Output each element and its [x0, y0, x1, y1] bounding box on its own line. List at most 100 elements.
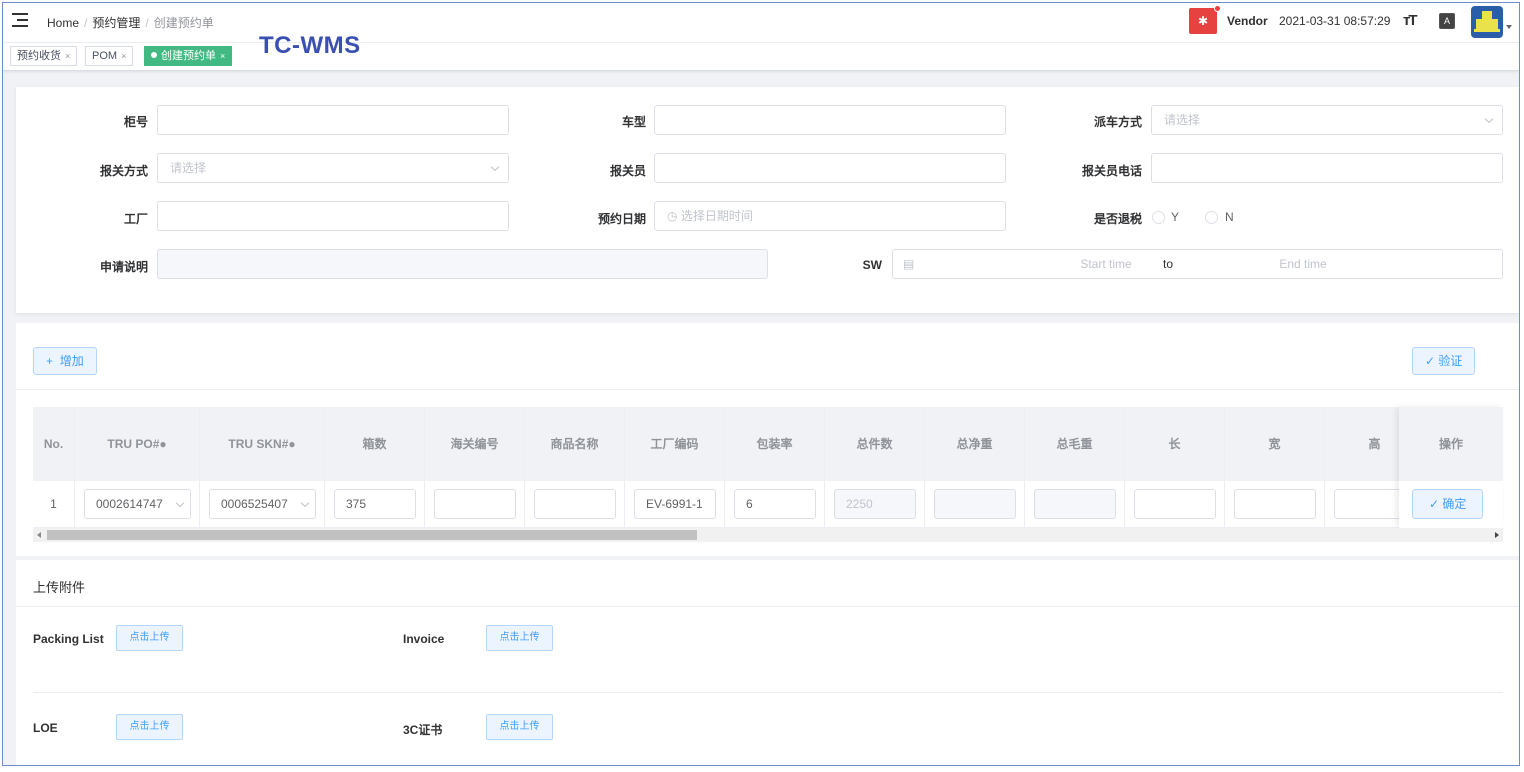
menu-toggle-icon[interactable] — [12, 13, 28, 27]
col-total-qty: 总件数 — [825, 407, 925, 481]
invoice-upload-button[interactable]: 点击上传 — [486, 625, 553, 651]
col-length: 长 — [1125, 407, 1225, 481]
avatar[interactable] — [1471, 6, 1503, 38]
check-icon: ✓ — [1429, 497, 1440, 511]
col-net-weight: 总净重 — [925, 407, 1025, 481]
col-tru-skn: TRU SKN#● — [200, 407, 325, 481]
col-no: No. — [33, 407, 75, 481]
factory-label: 工厂 — [123, 212, 148, 226]
tax-refund-n-radio[interactable] — [1205, 211, 1218, 224]
close-icon[interactable]: × — [65, 51, 70, 61]
boxes-input[interactable]: 375 — [334, 489, 416, 519]
scrollbar-thumb[interactable] — [47, 530, 697, 540]
clock-icon: ◷ — [667, 209, 681, 223]
tax-refund-y-radio[interactable] — [1152, 211, 1165, 224]
confirm-row-button[interactable]: ✓ 确定 — [1412, 489, 1484, 519]
breadcrumb-home[interactable]: Home — [47, 16, 79, 30]
range-separator: to — [1163, 257, 1174, 271]
customs-method-select[interactable]: 请选择 — [157, 153, 509, 183]
close-icon[interactable]: × — [220, 51, 225, 61]
customs-no-input[interactable] — [434, 489, 516, 519]
detail-panel: + 增加 ✓ 验证 No. TRU PO#● TRU SKN#● 箱数 海关编号… — [16, 323, 1519, 765]
pack-rate-input[interactable]: 6 — [734, 489, 816, 519]
language-icon[interactable]: A — [1439, 13, 1455, 29]
divider — [33, 692, 1503, 693]
tru-po-select[interactable]: 0002614747 — [84, 489, 191, 519]
col-customs-no: 海关编号 — [425, 407, 525, 481]
dispatch-select[interactable]: 请选择 — [1151, 105, 1503, 135]
tru-skn-select[interactable]: 0006525407 — [209, 489, 316, 519]
col-tru-po: TRU PO#● — [75, 407, 200, 481]
verify-button[interactable]: ✓ 验证 — [1412, 347, 1476, 375]
divider — [16, 389, 1519, 390]
loe-label: LOE — [33, 721, 58, 735]
packing-list-upload-button[interactable]: 点击上传 — [116, 625, 183, 651]
user-name: Vendor — [1227, 14, 1268, 28]
horizontal-scrollbar[interactable] — [33, 528, 1503, 542]
arrow-right-icon[interactable] — [1495, 532, 1499, 538]
customs-phone-label: 报关员电话 — [1081, 164, 1142, 178]
breadcrumb-appointment-mgmt[interactable]: 预约管理 — [92, 16, 140, 30]
col-boxes: 箱数 — [325, 407, 425, 481]
packing-list-label: Packing List — [33, 632, 104, 646]
upload-section-title: 上传附件 — [33, 580, 86, 595]
action-column: 操作 ✓ 确定 — [1399, 407, 1503, 528]
section-separator — [16, 556, 1519, 560]
application-note-input[interactable] — [157, 249, 768, 279]
breadcrumb-current: 创建预约单 — [153, 16, 214, 30]
tag-appointment-receipt[interactable]: 预约收货 × — [10, 46, 78, 66]
tax-refund-label: 是否退税 — [1093, 212, 1142, 226]
invoice-label: Invoice — [403, 632, 445, 646]
chevron-down-icon[interactable] — [1506, 25, 1512, 29]
tax-refund-y-label: Y — [1171, 210, 1180, 224]
application-note-label: 申请说明 — [99, 260, 148, 274]
sw-start-input[interactable]: Start time — [1006, 250, 1206, 278]
row-no: 1 — [33, 481, 75, 528]
sw-end-input[interactable]: End time — [1203, 250, 1403, 278]
col-action: 操作 — [1399, 407, 1503, 481]
gross-weight-input — [1034, 489, 1116, 519]
loe-upload-button[interactable]: 点击上传 — [116, 714, 183, 740]
dispatch-label: 派车方式 — [1093, 115, 1142, 129]
cabinet-no-input[interactable] — [157, 105, 509, 135]
info-circle-icon[interactable]: ● — [288, 437, 295, 451]
arrow-left-icon[interactable] — [37, 532, 41, 538]
brand-title: TC-WMS — [259, 32, 361, 59]
tax-refund-n-label: N — [1225, 210, 1234, 224]
close-icon[interactable]: × — [121, 51, 126, 61]
col-gross-weight: 总毛重 — [1025, 407, 1125, 481]
tag-create-appointment[interactable]: 创建预约单 × — [144, 46, 233, 66]
add-row-button[interactable]: + 增加 — [33, 347, 97, 375]
length-input[interactable] — [1134, 489, 1216, 519]
total-qty-input: 2250 — [834, 489, 916, 519]
customs-officer-input[interactable] — [654, 153, 1006, 183]
3c-cert-upload-button[interactable]: 点击上传 — [486, 714, 553, 740]
factory-input[interactable] — [157, 201, 509, 231]
factory-code-input[interactable]: EV-6991-1 — [634, 489, 716, 519]
width-input[interactable] — [1234, 489, 1316, 519]
table-row: 1 0002614747 0006525407 375 EV-6991-1 6 … — [33, 481, 1503, 528]
breadcrumb: Home / 预约管理 / 创建预约单 — [47, 16, 214, 30]
font-size-icon[interactable]: тT — [1403, 12, 1417, 29]
sw-date-range[interactable]: ▤ Start time to End time — [892, 249, 1503, 279]
tag-pom[interactable]: POM × — [85, 46, 134, 66]
current-datetime: 2021-03-31 08:57:29 — [1279, 14, 1391, 28]
product-name-input[interactable] — [534, 489, 616, 519]
bug-icon[interactable]: ✱ — [1189, 8, 1217, 34]
chevron-down-icon — [300, 498, 310, 508]
calendar-icon: ▤ — [903, 257, 915, 271]
divider — [16, 606, 1519, 607]
customs-phone-input[interactable] — [1151, 153, 1503, 183]
chevron-down-icon — [1484, 114, 1494, 124]
info-circle-icon[interactable]: ● — [159, 437, 166, 451]
table-header: No. TRU PO#● TRU SKN#● 箱数 海关编号 商品名称 工厂编码… — [33, 407, 1503, 481]
vehicle-type-input[interactable] — [654, 105, 1006, 135]
tags-view-bar: 预约收货 × POM × 创建预约单 × — [3, 43, 1519, 71]
customs-officer-label: 报关员 — [609, 164, 646, 178]
col-product-name: 商品名称 — [525, 407, 625, 481]
notification-dot — [1214, 5, 1221, 12]
col-factory-code: 工厂编码 — [625, 407, 725, 481]
appointment-date-picker[interactable]: ◷ 选择日期时间 — [654, 201, 1006, 231]
sw-label: SW — [862, 258, 882, 272]
cabinet-no-label: 柜号 — [123, 115, 148, 129]
